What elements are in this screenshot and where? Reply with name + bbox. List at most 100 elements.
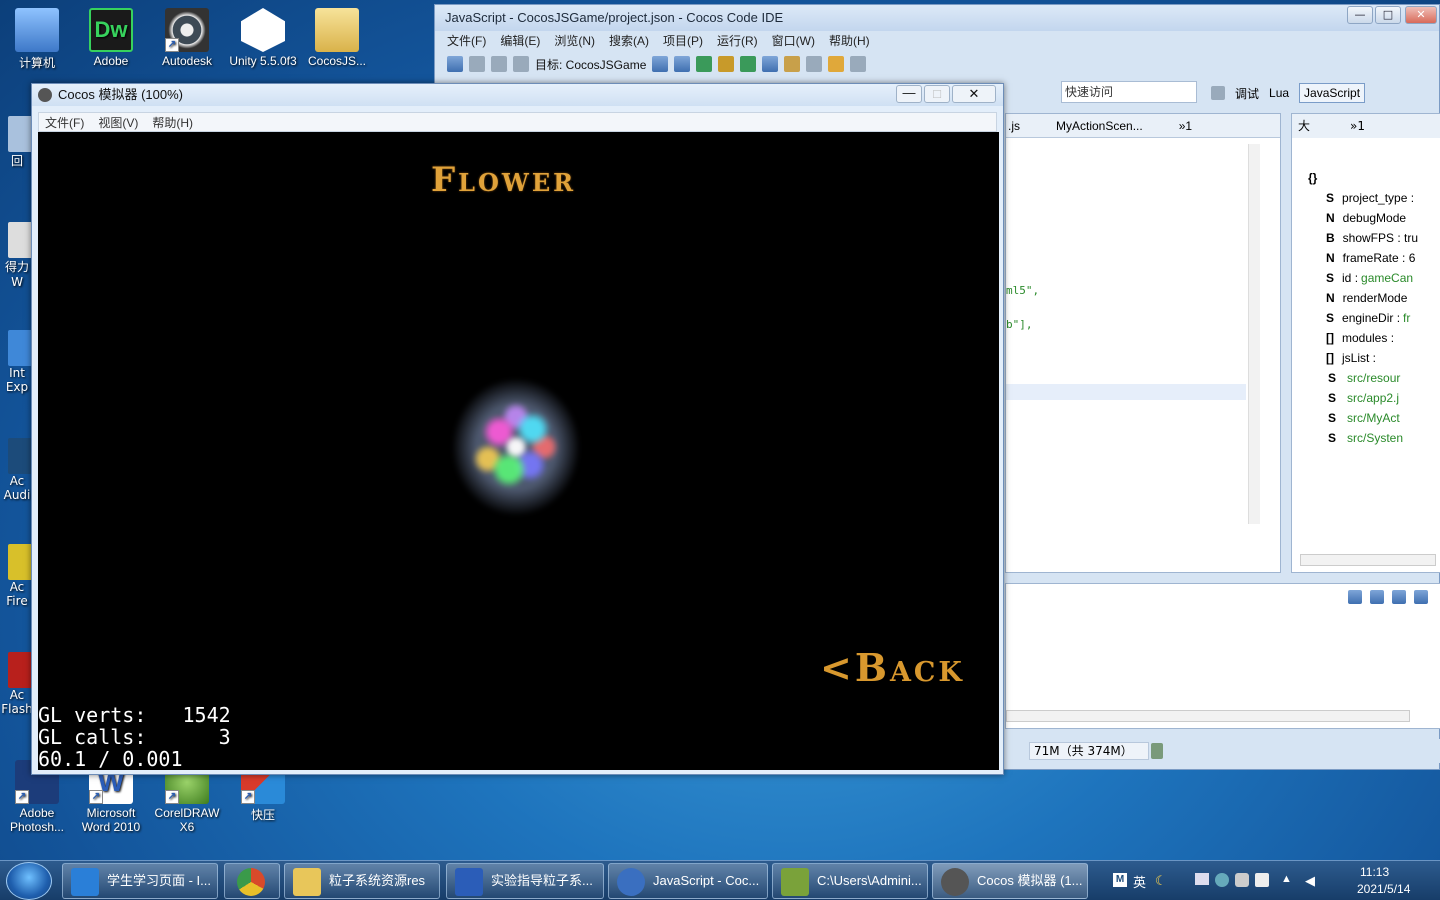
editor-tab-js[interactable]: .js bbox=[1008, 114, 1020, 137]
menu-navigate[interactable]: 浏览(N) bbox=[554, 31, 595, 51]
build-icon[interactable] bbox=[696, 56, 713, 72]
target-label[interactable]: 目标: CocosJSGame bbox=[535, 56, 646, 73]
show-hidden-icons-button[interactable]: ▲ bbox=[1281, 873, 1292, 885]
wand-icon[interactable] bbox=[784, 56, 801, 72]
print-icon[interactable] bbox=[513, 56, 529, 72]
outline-row[interactable]: {} bbox=[1308, 168, 1440, 188]
outline-tab[interactable]: 大 bbox=[1298, 114, 1310, 138]
menu-window[interactable]: 窗口(W) bbox=[772, 31, 815, 51]
outline-type-icon: S bbox=[1328, 391, 1337, 405]
console-hscrollbar[interactable] bbox=[1006, 710, 1410, 722]
console-new-icon[interactable] bbox=[1414, 590, 1428, 604]
task-folder[interactable]: 粒子系统资源res bbox=[284, 863, 440, 899]
computer-icon[interactable]: 计算机 bbox=[0, 8, 74, 71]
outline-tab-more[interactable]: »1 bbox=[1350, 114, 1365, 138]
outline-value: gameCan bbox=[1361, 271, 1414, 285]
sim-close-button[interactable]: ✕ bbox=[952, 85, 996, 103]
console-display-icon[interactable] bbox=[1392, 590, 1406, 604]
save-icon[interactable] bbox=[469, 56, 485, 72]
outline-row[interactable]: [] jsList : bbox=[1308, 348, 1440, 368]
cocosjs-folder-icon[interactable]: CocosJS... bbox=[300, 8, 374, 68]
refresh-icon[interactable] bbox=[674, 56, 691, 72]
ime-language[interactable]: 英 bbox=[1133, 872, 1146, 891]
task-word[interactable]: 实验指导粒子系... bbox=[446, 863, 604, 899]
moon-icon[interactable]: ☾ bbox=[1155, 873, 1167, 889]
outline-hscrollbar[interactable] bbox=[1300, 554, 1436, 566]
outline-row[interactable]: SengineDir : fr bbox=[1308, 308, 1440, 328]
console-pin-icon[interactable] bbox=[1370, 590, 1384, 604]
perspective-javascript[interactable]: JavaScript bbox=[1299, 83, 1366, 103]
volume-icon[interactable]: ◀ bbox=[1305, 873, 1315, 889]
perspective-debug[interactable]: 调试 bbox=[1235, 85, 1259, 102]
outline-row[interactable]: NrenderMode bbox=[1308, 288, 1440, 308]
outline-row[interactable]: Ssrc/MyAct bbox=[1308, 408, 1440, 428]
fireworks-icon[interactable]: Ac Fire bbox=[0, 544, 36, 608]
task-cocos-ide[interactable]: JavaScript - Coc... bbox=[608, 863, 768, 899]
maximize-button[interactable]: □ bbox=[1375, 6, 1401, 24]
perspective-lua[interactable]: Lua bbox=[1269, 86, 1289, 100]
menu-file[interactable]: 文件(F) bbox=[447, 31, 486, 51]
sim-menu-view[interactable]: 视图(V) bbox=[98, 113, 138, 131]
outline-row[interactable]: Ssrc/resour bbox=[1308, 368, 1440, 388]
menu-edit[interactable]: 编辑(E) bbox=[500, 31, 540, 51]
debug-icon[interactable] bbox=[740, 56, 757, 72]
outline-row[interactable]: Ssrc/Systen bbox=[1308, 428, 1440, 448]
editor-tab-myactionscene[interactable]: MyActionScen... bbox=[1056, 114, 1143, 137]
outline-row[interactable]: Sproject_type : bbox=[1308, 188, 1440, 208]
tray-app-icon[interactable] bbox=[1235, 873, 1249, 887]
menu-search[interactable]: 搜索(A) bbox=[609, 31, 649, 51]
menu-run[interactable]: 运行(R) bbox=[717, 31, 758, 51]
outline-row[interactable]: NdebugMode bbox=[1308, 208, 1440, 228]
clock-date[interactable]: 2021/5/14 bbox=[1357, 882, 1410, 896]
gc-icon[interactable] bbox=[1151, 743, 1163, 759]
task-cocos-simulator[interactable]: Cocos 模拟器 (1... bbox=[932, 863, 1088, 899]
close-button[interactable]: ✕ bbox=[1405, 6, 1437, 24]
outline-row[interactable]: BshowFPS : tru bbox=[1308, 228, 1440, 248]
sim-menu-help[interactable]: 帮助(H) bbox=[152, 113, 193, 131]
new-icon[interactable] bbox=[447, 56, 463, 72]
menu-help[interactable]: 帮助(H) bbox=[829, 31, 870, 51]
ide-title: JavaScript - CocosJSGame/project.json - … bbox=[445, 10, 784, 25]
save-all-icon[interactable] bbox=[491, 56, 507, 72]
3dsmax-icon[interactable]: ↗ Autodesk bbox=[150, 8, 224, 68]
forward-arrow-icon[interactable] bbox=[850, 56, 867, 72]
ie-icon[interactable]: Int Exp bbox=[0, 330, 36, 394]
start-button[interactable] bbox=[6, 862, 52, 900]
outline-row[interactable]: Ssrc/app2.j bbox=[1308, 388, 1440, 408]
sim-minimize-button[interactable]: — bbox=[896, 85, 922, 103]
back-arrow-icon[interactable] bbox=[828, 56, 845, 72]
task-ie[interactable]: 学生学习页面 - I... bbox=[62, 863, 218, 899]
minimize-button[interactable]: — bbox=[1347, 6, 1373, 24]
recycle-bin-icon[interactable]: 回 bbox=[0, 116, 36, 169]
ime-icon[interactable]: M bbox=[1113, 873, 1127, 887]
open-perspective-icon[interactable] bbox=[1211, 86, 1225, 100]
deli-icon[interactable]: 得力 W bbox=[0, 222, 36, 289]
unity-icon[interactable]: Unity 5.5.0f3 bbox=[226, 8, 300, 68]
tray-app-icon[interactable] bbox=[1255, 873, 1269, 887]
task-notepad[interactable]: C:\Users\Admini... bbox=[772, 863, 928, 899]
search-icon[interactable] bbox=[762, 56, 779, 72]
run-icon[interactable] bbox=[652, 56, 669, 72]
sim-maximize-button[interactable]: □ bbox=[924, 85, 950, 103]
outline-row[interactable]: NframeRate : 6 bbox=[1308, 248, 1440, 268]
tray-app-icon[interactable] bbox=[1215, 873, 1229, 887]
nav-icon[interactable] bbox=[806, 56, 823, 72]
quick-access-field[interactable]: 快速访问 bbox=[1061, 81, 1197, 103]
memory-indicator[interactable]: 71M（共 374M） bbox=[1029, 742, 1149, 760]
task-chrome[interactable] bbox=[224, 863, 280, 899]
editor-tab-more[interactable]: »1 bbox=[1179, 114, 1192, 137]
dreamweaver-icon[interactable]: Dw Adobe bbox=[74, 8, 148, 68]
keyboard-icon[interactable] bbox=[1195, 873, 1209, 885]
console-clear-icon[interactable] bbox=[1348, 590, 1362, 604]
back-button[interactable]: <Back bbox=[820, 645, 965, 690]
editor-scrollbar[interactable] bbox=[1248, 144, 1260, 524]
outline-row[interactable]: Sid : gameCan bbox=[1308, 268, 1440, 288]
audition-icon[interactable]: Ac Audi bbox=[0, 438, 36, 502]
clock-time[interactable]: 11:13 bbox=[1360, 865, 1389, 879]
deploy-icon[interactable] bbox=[718, 56, 735, 72]
menu-project[interactable]: 项目(P) bbox=[663, 31, 703, 51]
outline-row[interactable]: [] modules : bbox=[1308, 328, 1440, 348]
game-canvas[interactable]: Flower <Back GL verts: 1542 GL calls: 3 … bbox=[38, 132, 999, 770]
flash-icon[interactable]: Ac Flash bbox=[0, 652, 36, 716]
sim-menu-file[interactable]: 文件(F) bbox=[45, 113, 84, 131]
